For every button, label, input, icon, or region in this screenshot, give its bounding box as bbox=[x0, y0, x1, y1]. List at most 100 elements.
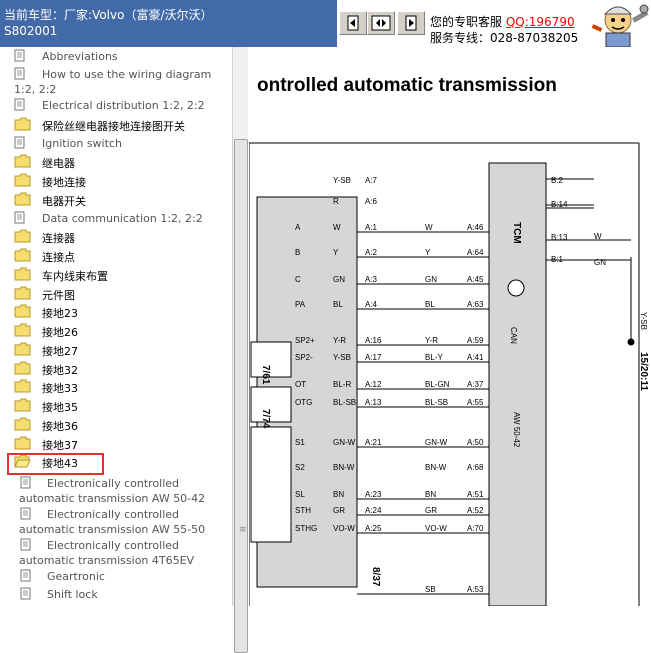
tree-item[interactable]: 接地35 bbox=[0, 396, 232, 415]
tree-item[interactable]: 连接器 bbox=[0, 227, 232, 246]
prev-icon bbox=[347, 15, 359, 31]
tree-item-label: 继电器 bbox=[42, 157, 75, 171]
tree-subitem[interactable]: Electronically controlled automatic trans… bbox=[0, 505, 232, 536]
top-bar: 当前车型：厂家:Volvo（富豪/沃尔沃） S802001 您的专职客服 QQ:… bbox=[0, 0, 651, 48]
tree-item-label-cont: 1:2, 2:2 bbox=[14, 83, 57, 96]
folder-icon bbox=[14, 304, 31, 318]
current-model-panel: 当前车型：厂家:Volvo（富豪/沃尔沃） S802001 bbox=[0, 0, 250, 47]
tree-item[interactable]: 保险丝继电器接地连接图开关 bbox=[0, 115, 232, 134]
tree-item[interactable]: 接地26 bbox=[0, 321, 232, 340]
tree-item[interactable]: 接地36 bbox=[0, 415, 232, 434]
tree-item[interactable]: 电器开关 bbox=[0, 190, 232, 209]
tree-subitem[interactable]: Geartronic bbox=[0, 567, 232, 586]
tree-item[interactable]: 接地33 bbox=[0, 377, 232, 396]
tree-item[interactable]: 接地连接 bbox=[0, 171, 232, 190]
tree-item[interactable]: 车内线束布置 bbox=[0, 265, 232, 284]
wire-color-label: SB bbox=[425, 585, 436, 594]
tcm-pin-label: B:14 bbox=[551, 200, 568, 209]
wire-color-label: VO-W bbox=[333, 524, 355, 533]
connector-pin-label: A:55 bbox=[467, 398, 484, 407]
tree-scrollbar[interactable]: ≡ bbox=[232, 47, 248, 653]
folder-icon bbox=[14, 379, 31, 393]
tree-item[interactable]: How to use the wiring diagram 1:2, 2:2 bbox=[0, 65, 232, 96]
connector-pin-label: A:21 bbox=[365, 438, 382, 447]
reference-label: 7/61 bbox=[260, 365, 271, 385]
tree-item[interactable]: 继电器 bbox=[0, 152, 232, 171]
connector-pin-label: A:4 bbox=[365, 300, 378, 309]
wire-color-label: GR bbox=[333, 506, 345, 515]
tree-subitem[interactable]: Shift lock bbox=[0, 585, 232, 604]
wire-color-label: W bbox=[594, 232, 602, 241]
tree-item-label: 接地37 bbox=[42, 438, 78, 452]
tree-subitem[interactable]: Electronically controlled automatic trans… bbox=[0, 536, 232, 567]
grip-icon: ≡ bbox=[239, 525, 247, 535]
tcm-can-label: CAN bbox=[509, 327, 518, 344]
tree-item-label: 接地23 bbox=[42, 307, 78, 321]
tree-item-label: Data communication 1:2, 2:2 bbox=[42, 211, 203, 225]
tree-item[interactable]: Abbreviations bbox=[0, 47, 232, 66]
tree-item[interactable]: 接地37 bbox=[0, 434, 232, 453]
folder-icon bbox=[14, 192, 31, 206]
tree-subitem[interactable]: Electronically controlled automatic trans… bbox=[0, 474, 232, 505]
prev-page-button[interactable] bbox=[339, 11, 367, 35]
wire-color-label: BL-SB bbox=[333, 398, 356, 407]
tree-subitem-label: Shift lock bbox=[47, 588, 98, 601]
folder-icon bbox=[14, 154, 31, 168]
tree-item[interactable]: 接地27 bbox=[0, 340, 232, 359]
connector-pin-label: A:51 bbox=[467, 490, 484, 499]
wire-color-label: BN-W bbox=[333, 463, 355, 472]
connector-pin-label: A:13 bbox=[365, 398, 382, 407]
doc-icon bbox=[14, 67, 31, 81]
tree-subitem-label-cont: automatic transmission AW 50-42 bbox=[19, 492, 206, 505]
connector-pin-label: A:59 bbox=[467, 336, 484, 345]
tcm-model-label: AW 50-42 bbox=[512, 412, 521, 448]
component-pin-label: C bbox=[295, 275, 301, 284]
connector-pin-label: A:52 bbox=[467, 506, 484, 515]
doc-icon bbox=[14, 136, 31, 150]
wire-color-label: Y-SB bbox=[333, 176, 351, 185]
doc-icon bbox=[20, 587, 37, 601]
wire-color-label: GN bbox=[333, 275, 345, 284]
next-page-button[interactable] bbox=[397, 11, 425, 35]
folder-icon bbox=[14, 229, 31, 243]
selection-highlight bbox=[7, 453, 104, 475]
service-qq-link[interactable]: QQ:196790 bbox=[506, 15, 575, 29]
model-code: S802001 bbox=[4, 24, 58, 38]
folder-icon bbox=[14, 398, 31, 412]
tree-item[interactable]: Data communication 1:2, 2:2 bbox=[0, 209, 232, 228]
component-pin-label: OT bbox=[295, 380, 306, 389]
split-view-button[interactable] bbox=[367, 11, 395, 35]
tree-item-label: 接地36 bbox=[42, 419, 78, 433]
connector-pin-label: A:45 bbox=[467, 275, 484, 284]
reference-label: 7/74 bbox=[260, 409, 271, 429]
component-pin-label: S1 bbox=[295, 438, 305, 447]
connector-pin-label: A:7 bbox=[365, 176, 378, 185]
tree-item-label: 保险丝继电器接地连接图开关 bbox=[42, 119, 185, 133]
connector-pin-label: A:12 bbox=[365, 380, 382, 389]
tree-panel: Abbreviations How to use the wiring diagr… bbox=[0, 47, 248, 606]
doc-icon bbox=[14, 211, 31, 225]
tree-item[interactable]: 接地23 bbox=[0, 302, 232, 321]
current-model-line: 当前车型：厂家:Volvo（富豪/沃尔沃） bbox=[4, 8, 213, 22]
tree-item[interactable]: 元件图 bbox=[0, 284, 232, 303]
folder-icon bbox=[14, 361, 31, 375]
tree-item[interactable]: 接地32 bbox=[0, 359, 232, 378]
tree-subitem-label-cont: automatic transmission 4T65EV bbox=[19, 554, 195, 567]
tree-item[interactable]: Ignition switch bbox=[0, 134, 232, 153]
doc-icon bbox=[20, 569, 37, 583]
component-pin-label: SL bbox=[295, 490, 305, 499]
component-pin-label: S2 bbox=[295, 463, 305, 472]
split-icon bbox=[371, 15, 391, 31]
header-band bbox=[250, 0, 337, 47]
wire-color-label: BL bbox=[425, 300, 435, 309]
folder-icon bbox=[14, 417, 31, 431]
wire-color-label: GN-W bbox=[333, 438, 356, 447]
connector-pin-label: A:68 bbox=[467, 463, 484, 472]
tree-item[interactable]: 连接点 bbox=[0, 246, 232, 265]
doc-icon bbox=[20, 476, 37, 490]
tree-item-label: Electrical distribution 1:2, 2:2 bbox=[42, 99, 205, 112]
wire-color-label: GN bbox=[594, 258, 606, 267]
tree-item[interactable]: Electrical distribution 1:2, 2:2 bbox=[0, 96, 232, 115]
connector-pin-label: A:25 bbox=[365, 524, 382, 533]
scrollbar-thumb[interactable]: ≡ bbox=[234, 139, 248, 653]
